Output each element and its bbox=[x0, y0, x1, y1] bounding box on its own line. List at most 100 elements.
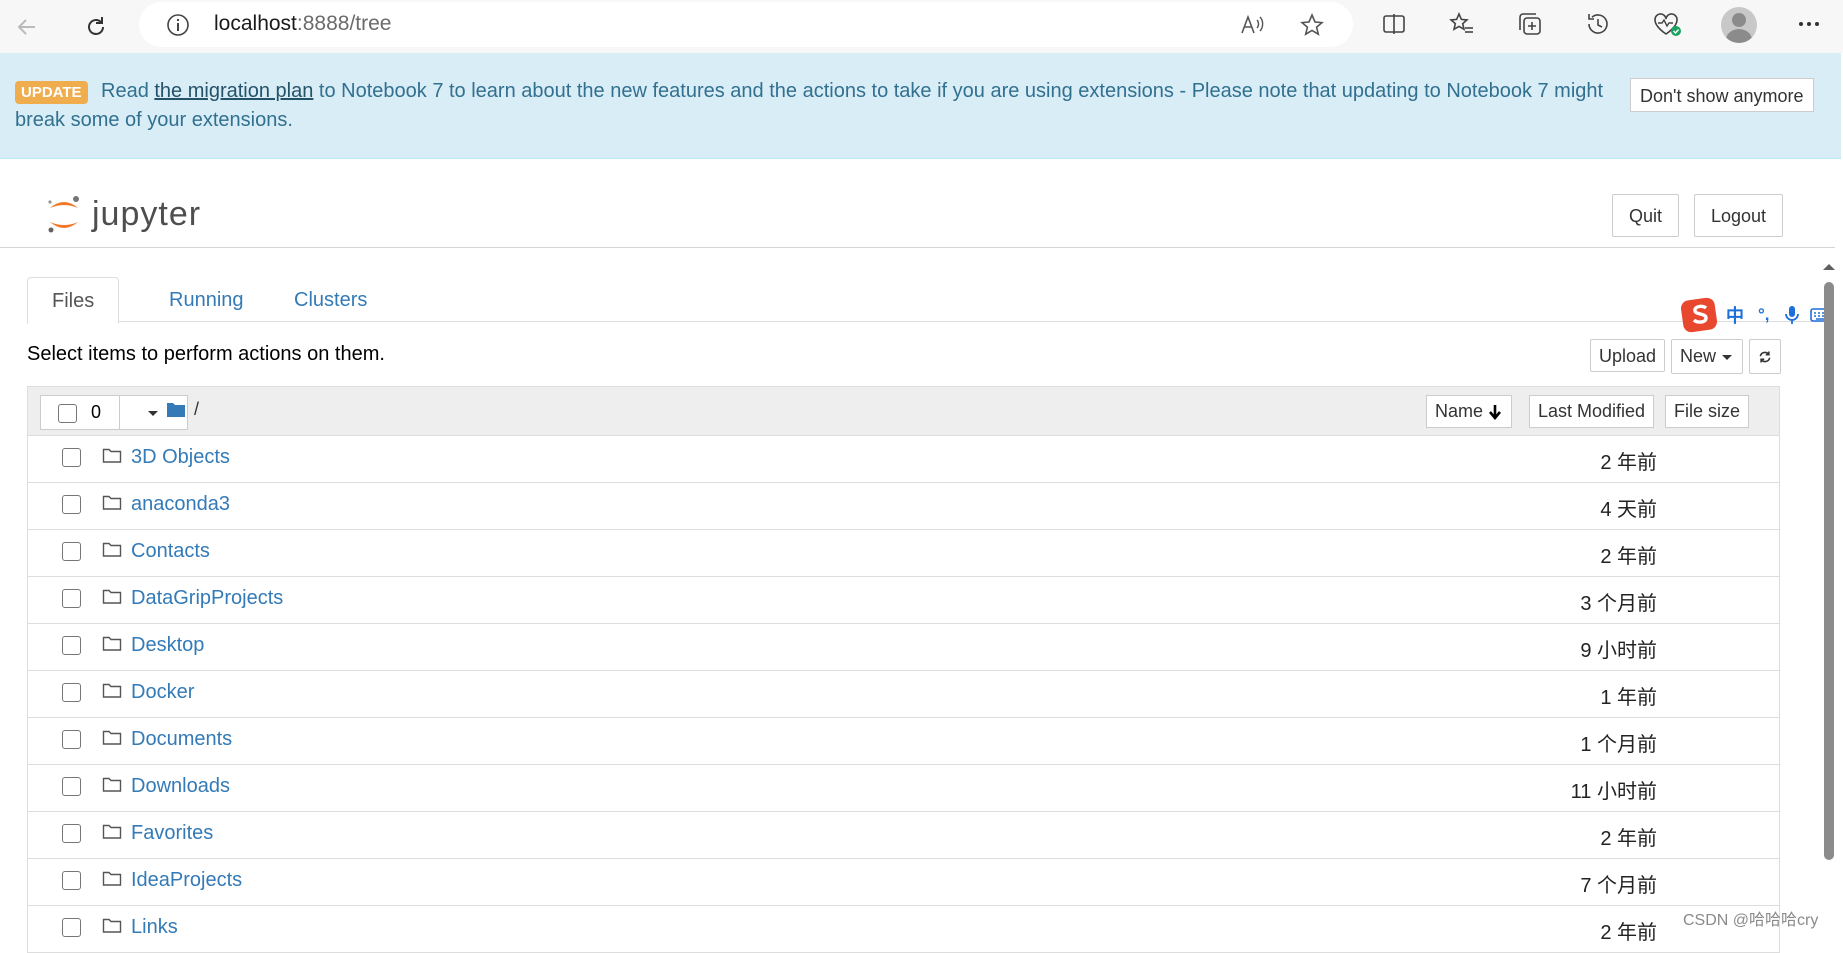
file-row[interactable]: Favorites 2 年前 bbox=[28, 812, 1779, 859]
select-all-checkbox[interactable] bbox=[58, 404, 77, 423]
last-modified: 2 年前 bbox=[1600, 828, 1657, 850]
folder-link[interactable]: anaconda3 bbox=[131, 493, 230, 516]
file-list: 0 / Name Last Modified File size 3D Obje… bbox=[27, 386, 1780, 953]
folder-link[interactable]: DataGripProjects bbox=[131, 587, 283, 610]
arrow-down-icon bbox=[1489, 404, 1502, 420]
row-checkbox[interactable] bbox=[62, 918, 81, 937]
file-row[interactable]: Documents 1 个月前 bbox=[28, 718, 1779, 765]
breadcrumb-root[interactable]: / bbox=[194, 399, 199, 420]
file-row[interactable]: Desktop 9 小时前 bbox=[28, 624, 1779, 671]
tab-clusters[interactable]: Clusters bbox=[270, 277, 391, 321]
info-icon[interactable] bbox=[165, 12, 191, 43]
browser-toolbar: localhost:8888/tree bbox=[0, 0, 1843, 53]
more-menu-icon[interactable] bbox=[1795, 10, 1823, 43]
last-modified: 2 年前 bbox=[1600, 546, 1657, 568]
file-row[interactable]: 3D Objects 2 年前 bbox=[28, 436, 1779, 483]
folder-outline-icon bbox=[102, 823, 122, 845]
last-modified: 1 个月前 bbox=[1580, 734, 1657, 756]
tab-running[interactable]: Running bbox=[145, 277, 268, 321]
profile-avatar[interactable] bbox=[1721, 7, 1757, 43]
file-row[interactable]: Downloads 11 小时前 bbox=[28, 765, 1779, 812]
quit-button[interactable]: Quit bbox=[1612, 194, 1680, 237]
row-checkbox[interactable] bbox=[62, 730, 81, 749]
last-modified: 11 小时前 bbox=[1570, 781, 1657, 803]
jupyter-logo[interactable]: jupyter bbox=[46, 194, 201, 234]
row-checkbox[interactable] bbox=[62, 636, 81, 655]
scroll-up-arrow-icon[interactable] bbox=[1818, 260, 1840, 274]
caret-down-icon bbox=[1722, 354, 1733, 360]
folder-link[interactable]: IdeaProjects bbox=[131, 869, 242, 892]
row-checkbox[interactable] bbox=[62, 824, 81, 843]
selection-hint: Select items to perform actions on them. bbox=[27, 343, 385, 365]
csdn-watermark: CSDN @哈哈哈cry bbox=[1683, 912, 1819, 929]
migration-plan-link[interactable]: the migration plan bbox=[154, 80, 313, 102]
dont-show-anymore-button[interactable]: Don't show anymore bbox=[1630, 78, 1814, 112]
selected-count: 0 bbox=[91, 402, 102, 422]
file-row[interactable]: Docker 1 年前 bbox=[28, 671, 1779, 718]
page-scrollbar[interactable] bbox=[1818, 254, 1840, 937]
new-dropdown-button[interactable]: New bbox=[1671, 339, 1744, 374]
last-modified: 4 天前 bbox=[1600, 499, 1657, 521]
file-row[interactable]: DataGripProjects 3 个月前 bbox=[28, 577, 1779, 624]
jupyter-header: jupyter Quit Logout bbox=[0, 159, 1835, 248]
split-screen-icon[interactable] bbox=[1380, 10, 1408, 43]
last-modified: 7 个月前 bbox=[1580, 875, 1657, 897]
file-row[interactable]: anaconda3 4 天前 bbox=[28, 483, 1779, 530]
row-checkbox[interactable] bbox=[62, 495, 81, 514]
read-aloud-icon[interactable] bbox=[1239, 12, 1265, 43]
upload-button[interactable]: Upload bbox=[1590, 339, 1666, 372]
row-checkbox[interactable] bbox=[62, 542, 81, 561]
tab-files[interactable]: Files bbox=[27, 277, 120, 324]
ime-punct[interactable]: °, bbox=[1758, 305, 1770, 325]
folder-outline-icon bbox=[102, 729, 122, 751]
sort-by-name-button[interactable]: Name bbox=[1426, 395, 1513, 428]
row-checkbox[interactable] bbox=[62, 777, 81, 796]
tab-bar: Files Running Clusters bbox=[27, 277, 1821, 324]
refresh-button[interactable] bbox=[1749, 339, 1781, 374]
ime-lang[interactable]: 中 bbox=[1726, 302, 1744, 328]
last-modified: 3 个月前 bbox=[1580, 593, 1657, 615]
folder-outline-icon bbox=[102, 776, 122, 798]
arrow-left-icon bbox=[17, 19, 35, 35]
sogou-logo-icon bbox=[1680, 297, 1718, 333]
row-checkbox[interactable] bbox=[62, 683, 81, 702]
folder-link[interactable]: Docker bbox=[131, 681, 194, 704]
sort-by-size-button[interactable]: File size bbox=[1665, 395, 1750, 428]
microphone-icon[interactable] bbox=[1784, 305, 1800, 325]
folder-outline-icon bbox=[102, 494, 122, 516]
file-row[interactable]: Links 2 年前 bbox=[28, 906, 1779, 953]
row-checkbox[interactable] bbox=[62, 448, 81, 467]
file-row[interactable]: IdeaProjects 7 个月前 bbox=[28, 859, 1779, 906]
folder-link[interactable]: Links bbox=[131, 916, 178, 939]
folder-link[interactable]: Downloads bbox=[131, 775, 230, 798]
logo-text: jupyter bbox=[92, 194, 202, 233]
file-row[interactable]: Contacts 2 年前 bbox=[28, 530, 1779, 577]
refresh-icon bbox=[1759, 351, 1771, 362]
url-text[interactable]: localhost:8888/tree bbox=[214, 12, 391, 36]
update-banner: UPDATE Read the migration plan to Notebo… bbox=[0, 53, 1841, 159]
history-icon[interactable] bbox=[1584, 10, 1612, 43]
folder-link[interactable]: Documents bbox=[131, 728, 232, 751]
reload-icon bbox=[88, 17, 104, 35]
last-modified: 2 年前 bbox=[1600, 922, 1657, 944]
banner-message: Read the migration plan to Notebook 7 to… bbox=[15, 77, 1615, 135]
row-checkbox[interactable] bbox=[62, 871, 81, 890]
row-checkbox[interactable] bbox=[62, 589, 81, 608]
folder-outline-icon bbox=[102, 635, 122, 657]
reload-button[interactable] bbox=[79, 10, 113, 44]
logout-button[interactable]: Logout bbox=[1694, 194, 1784, 237]
back-button[interactable] bbox=[10, 10, 44, 44]
sort-by-modified-button[interactable]: Last Modified bbox=[1529, 395, 1655, 428]
browser-essentials-icon[interactable] bbox=[1652, 10, 1682, 43]
scrollbar-thumb[interactable] bbox=[1824, 282, 1834, 860]
favorites-list-icon[interactable] bbox=[1448, 10, 1476, 43]
folder-link[interactable]: Contacts bbox=[131, 540, 210, 563]
breadcrumb[interactable]: / bbox=[166, 399, 199, 420]
address-bar[interactable]: localhost:8888/tree bbox=[139, 2, 1353, 47]
collections-icon[interactable] bbox=[1516, 10, 1544, 43]
folder-link[interactable]: Favorites bbox=[131, 822, 213, 845]
folder-link[interactable]: Desktop bbox=[131, 634, 204, 657]
folder-link[interactable]: 3D Objects bbox=[131, 446, 230, 469]
favorite-star-icon[interactable] bbox=[1299, 12, 1325, 43]
ime-toolbar[interactable]: 中 °, bbox=[1680, 295, 1840, 335]
